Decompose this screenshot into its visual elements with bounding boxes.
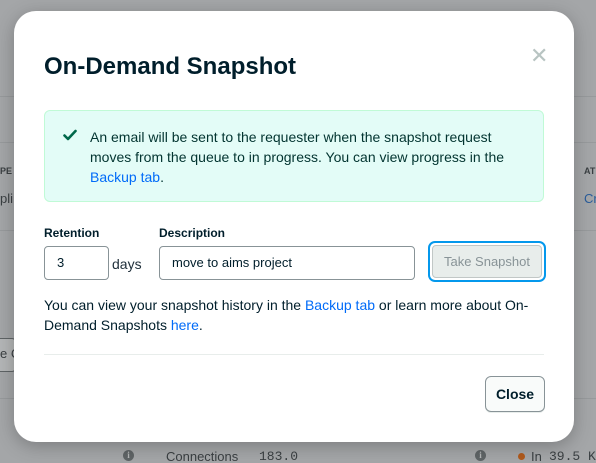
take-snapshot-button[interactable]: Take Snapshot bbox=[428, 241, 546, 282]
bg-cell-fragment: pli bbox=[0, 191, 14, 206]
alert-message: An email will be sent to the requester w… bbox=[90, 127, 535, 187]
bg-column-fragment: AT bbox=[584, 166, 596, 176]
info-alert: An email will be sent to the requester w… bbox=[44, 110, 544, 202]
bg-cell-fragment: Cr bbox=[584, 191, 596, 206]
info-part1: You can view your snapshot history in th… bbox=[44, 297, 305, 313]
bg-connections-value: 183.0 bbox=[259, 449, 299, 463]
here-link[interactable]: here bbox=[171, 317, 199, 333]
checkmark-icon bbox=[63, 129, 77, 141]
retention-input[interactable]: 3 bbox=[44, 246, 109, 280]
description-label: Description bbox=[159, 226, 226, 240]
close-icon[interactable]: ✕ bbox=[530, 45, 548, 67]
snapshot-modal: ✕ On-Demand Snapshot An email will be se… bbox=[14, 11, 574, 442]
backup-tab-link[interactable]: Backup tab bbox=[90, 169, 160, 185]
retention-unit: days bbox=[112, 256, 142, 272]
info-icon: i bbox=[123, 450, 134, 461]
close-button[interactable]: Close bbox=[485, 376, 545, 412]
modal-title: On-Demand Snapshot bbox=[44, 53, 297, 80]
retention-label: Retention bbox=[44, 226, 100, 240]
alert-suffix: . bbox=[160, 169, 164, 185]
info-icon: i bbox=[475, 450, 486, 461]
snapshot-info: You can view your snapshot history in th… bbox=[44, 295, 544, 335]
bg-column-fragment: PE bbox=[0, 166, 13, 176]
footer-divider bbox=[44, 354, 544, 355]
bg-in-label: In bbox=[531, 449, 542, 463]
backup-tab-link[interactable]: Backup tab bbox=[305, 297, 375, 313]
description-input[interactable]: move to aims project bbox=[159, 246, 415, 280]
bg-in-value: 39.5 K bbox=[549, 449, 596, 463]
alert-text: An email will be sent to the requester w… bbox=[90, 129, 505, 165]
take-snapshot-label: Take Snapshot bbox=[432, 245, 542, 278]
status-dot-icon bbox=[518, 453, 525, 460]
bg-connections-label: Connections bbox=[166, 449, 239, 463]
info-part3: . bbox=[198, 317, 203, 333]
